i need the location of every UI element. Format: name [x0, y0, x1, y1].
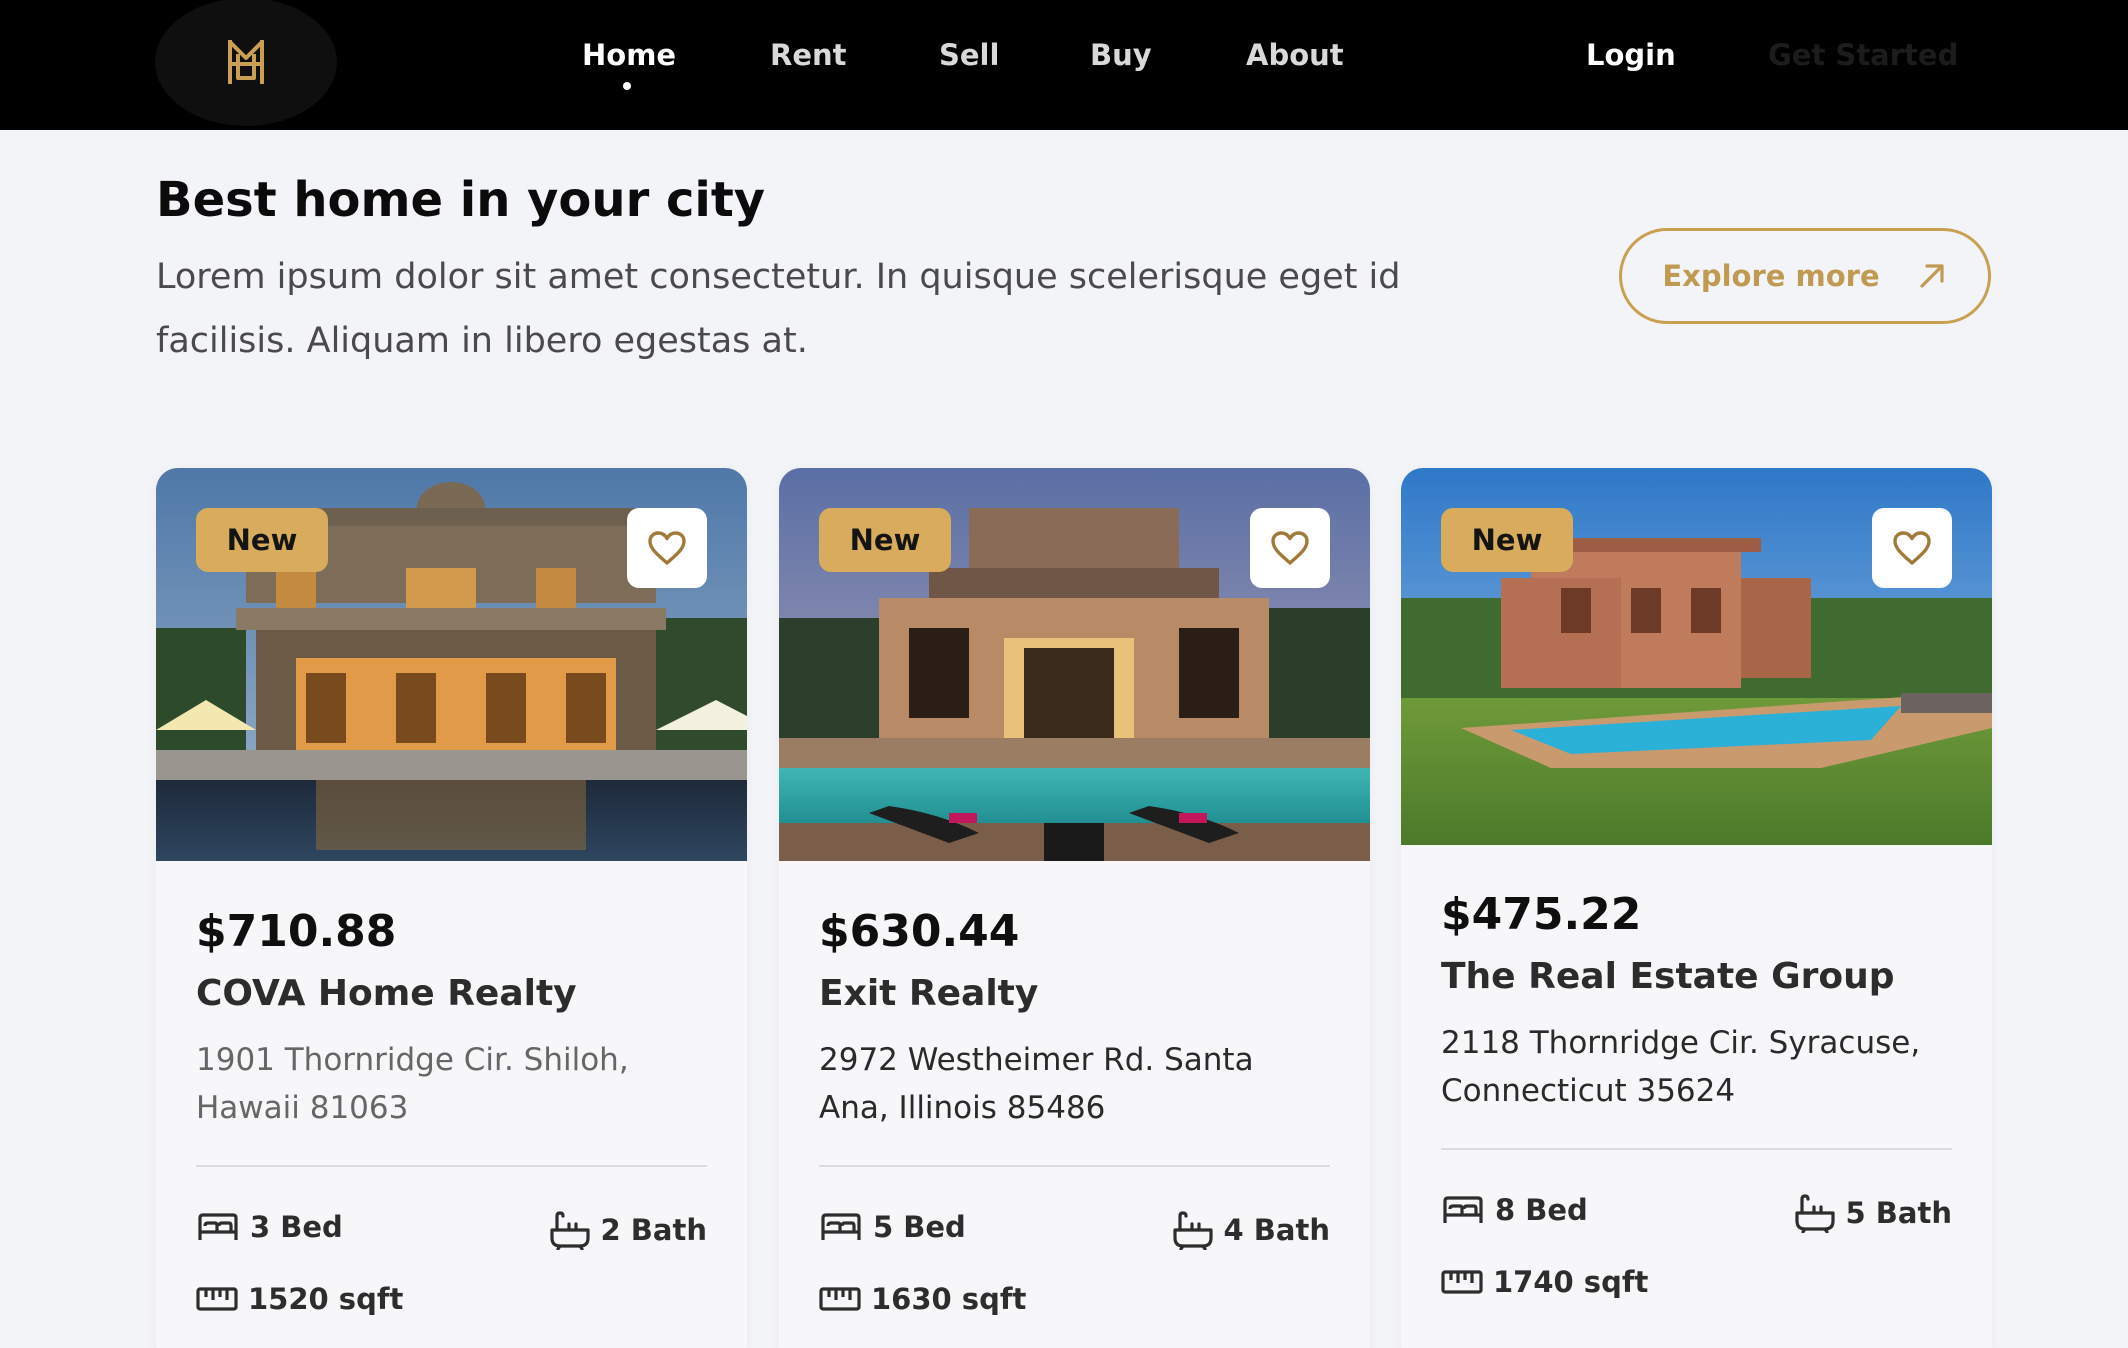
nav-home[interactable]: Home [582, 38, 676, 72]
bed-label: 5 Bed [873, 1210, 966, 1244]
area-size: 1630 sqft [819, 1282, 1026, 1316]
ruler-icon [196, 1287, 238, 1311]
monogram-logo-icon [228, 40, 264, 84]
explore-more-label: Explore more [1662, 259, 1880, 293]
listing-address: 1901 Thornridge Cir. Shiloh, Hawaii 8106… [196, 1042, 629, 1126]
nav-sell[interactable]: Sell [939, 38, 999, 72]
listing-card[interactable]: New $710.88 COVA Home Realty 1901 Thornr… [156, 468, 747, 1348]
section-title: Best home in your city [156, 172, 766, 228]
new-badge: New [196, 508, 328, 572]
bath-count: 2 Bath [549, 1210, 707, 1250]
bathtub-icon [1172, 1211, 1213, 1250]
section-description: Lorem ipsum dolor sit amet consectetur. … [156, 257, 1401, 361]
heart-icon [648, 531, 686, 565]
bed-count: 8 Bed [1441, 1193, 1588, 1227]
favorite-button[interactable] [1250, 508, 1330, 588]
ruler-icon [1441, 1270, 1483, 1294]
nav-about[interactable]: About [1246, 38, 1344, 72]
listing-card[interactable]: New $475.22 The Real Estate Group 2118 T… [1401, 468, 1992, 1348]
favorite-button[interactable] [1872, 508, 1952, 588]
nav-buy[interactable]: Buy [1090, 38, 1152, 72]
brand-logo[interactable] [155, 0, 337, 126]
listing-agency: COVA Home Realty [196, 973, 577, 1014]
explore-more-button[interactable]: Explore more [1619, 228, 1991, 324]
bath-count: 4 Bath [1172, 1210, 1330, 1250]
bed-icon [1443, 1196, 1483, 1223]
listing-price: $630.44 [819, 906, 1020, 957]
top-navbar: Home Rent Sell Buy About Login Get Start… [0, 0, 2128, 130]
bathtub-icon [1794, 1194, 1835, 1233]
get-started-button[interactable]: Get Started [1768, 38, 1958, 72]
area-label: 1630 sqft [871, 1282, 1027, 1316]
bath-label: 4 Bath [1223, 1213, 1330, 1247]
bath-count: 5 Bath [1794, 1193, 1952, 1233]
listing-agency: The Real Estate Group [1441, 956, 1895, 997]
new-badge: New [1441, 508, 1573, 572]
bath-label: 5 Bath [1845, 1196, 1952, 1230]
card-divider [196, 1165, 707, 1167]
area-size: 1520 sqft [196, 1282, 403, 1316]
listing-price: $475.22 [1441, 889, 1642, 940]
favorite-button[interactable] [627, 508, 707, 588]
bathtub-icon [549, 1211, 590, 1250]
new-badge: New [819, 508, 951, 572]
bed-count: 5 Bed [819, 1210, 966, 1244]
heart-icon [1271, 531, 1309, 565]
bed-icon [198, 1213, 238, 1240]
login-link[interactable]: Login [1586, 38, 1676, 72]
card-divider [819, 1165, 1330, 1167]
listing-agency: Exit Realty [819, 973, 1039, 1014]
bed-count: 3 Bed [196, 1210, 343, 1244]
nav-rent[interactable]: Rent [770, 38, 847, 72]
active-indicator-dot [623, 82, 631, 90]
area-label: 1740 sqft [1493, 1265, 1649, 1299]
area-label: 1520 sqft [248, 1282, 404, 1316]
card-divider [1441, 1148, 1952, 1150]
listing-card[interactable]: New $630.44 Exit Realty 2972 Westheimer … [779, 468, 1370, 1348]
bed-label: 3 Bed [250, 1210, 343, 1244]
arrow-up-right-icon [1920, 264, 1944, 288]
bath-label: 2 Bath [600, 1213, 707, 1247]
area-size: 1740 sqft [1441, 1265, 1648, 1299]
bed-label: 8 Bed [1495, 1193, 1588, 1227]
bed-icon [821, 1213, 861, 1240]
ruler-icon [819, 1287, 861, 1311]
listing-address: 2118 Thornridge Cir. Syracuse, Connectic… [1441, 1025, 1921, 1109]
listing-price: $710.88 [196, 906, 397, 957]
heart-icon [1893, 531, 1931, 565]
listing-address: 2972 Westheimer Rd. Santa Ana, Illinois … [819, 1042, 1254, 1126]
